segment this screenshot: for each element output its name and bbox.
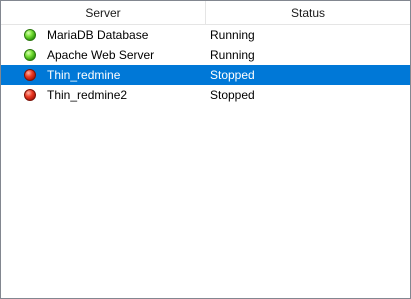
green-status-icon: [24, 49, 36, 61]
server-status: Running: [210, 48, 255, 62]
list-row-mariadb[interactable]: MariaDB Database Running: [1, 25, 410, 45]
red-status-icon: [24, 89, 36, 101]
server-name: Thin_redmine: [47, 68, 121, 82]
server-name: Thin_redmine2: [47, 88, 128, 102]
server-status: Stopped: [210, 68, 255, 82]
list-row-apache[interactable]: Apache Web Server Running: [1, 45, 410, 65]
list-row-thin-redmine[interactable]: Thin_redmine Stopped: [1, 65, 410, 85]
column-header-status[interactable]: Status: [206, 1, 410, 24]
list-row-thin-redmine2[interactable]: Thin_redmine2 Stopped: [1, 85, 410, 105]
server-status: Running: [210, 28, 255, 42]
server-status: Stopped: [210, 88, 255, 102]
list-rows: MariaDB Database Running Apache Web Serv…: [1, 25, 410, 105]
server-name: Apache Web Server: [47, 48, 155, 62]
green-status-icon: [24, 29, 36, 41]
server-name: MariaDB Database: [47, 28, 149, 42]
server-list-view[interactable]: Server Status MariaDB Database Running A…: [0, 0, 411, 299]
list-header: Server Status: [1, 1, 410, 25]
column-header-server[interactable]: Server: [1, 1, 205, 24]
red-status-icon: [24, 69, 36, 81]
